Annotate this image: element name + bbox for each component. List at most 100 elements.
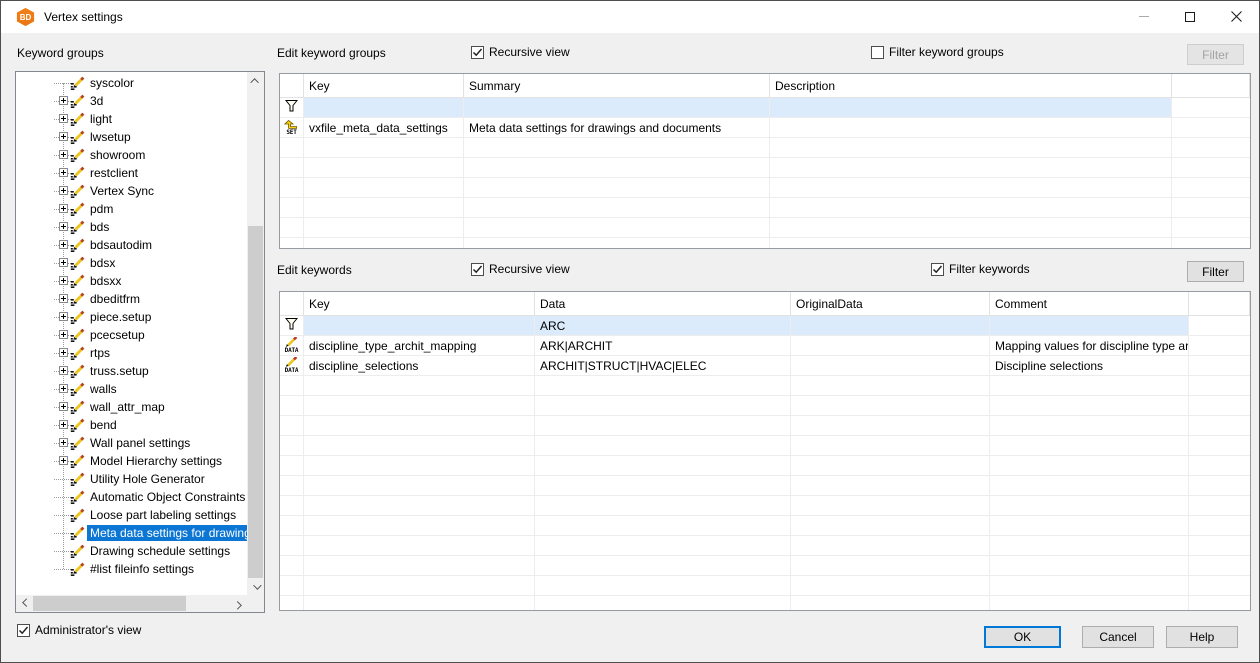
tree-item[interactable]: piece.setup [16,308,247,326]
scroll-right-button[interactable] [230,595,247,612]
tree-horizontal-scrollbar[interactable] [16,595,247,612]
column-header-key[interactable]: Key [304,292,535,315]
tree-item[interactable]: lwsetup [16,128,247,146]
filter-keywords-checkbox[interactable]: Filter keywords [931,262,1030,276]
column-header-summary[interactable]: Summary [464,74,770,97]
column-header-data[interactable]: Data [535,292,791,315]
filter-row-header[interactable] [280,316,304,335]
tree-item[interactable]: Loose part labeling settings [16,506,247,524]
empty-table-row[interactable] [280,596,1250,611]
expand-plus-icon[interactable] [59,420,68,429]
column-header-originaldata[interactable]: OriginalData [791,292,990,315]
filter-keyword-groups-checkbox[interactable]: Filter keyword groups [871,45,1004,59]
expand-plus-icon[interactable] [59,438,68,447]
scroll-up-button[interactable] [247,72,264,89]
filter-cell[interactable] [464,98,770,117]
table-cell[interactable]: Mapping values for discipline type archi… [990,336,1189,355]
filter-row-header[interactable] [280,98,304,117]
cancel-button[interactable]: Cancel [1082,626,1154,648]
scroll-left-button[interactable] [16,595,33,612]
administrators-view-checkbox[interactable]: Administrator's view [17,623,141,637]
tree-item[interactable]: Vertex Sync [16,182,247,200]
filter-cell[interactable] [770,98,1172,117]
horizontal-scroll-thumb[interactable] [33,596,186,611]
vertical-scroll-thumb[interactable] [248,226,263,578]
table-cell[interactable] [770,118,1172,137]
empty-table-row[interactable] [280,436,1250,456]
tree-item[interactable]: walls [16,380,247,398]
expand-plus-icon[interactable] [59,384,68,393]
expand-plus-icon[interactable] [59,96,68,105]
filter-row[interactable]: ARC [280,316,1250,336]
table-cell[interactable] [791,356,990,375]
tree-item[interactable]: wall_attr_map [16,398,247,416]
ok-button[interactable]: OK [984,626,1061,648]
expand-plus-icon[interactable] [59,330,68,339]
checkbox-box[interactable] [471,263,484,276]
expand-plus-icon[interactable] [59,258,68,267]
empty-table-row[interactable] [280,218,1250,238]
row-header[interactable]: DATA [280,356,304,375]
help-button[interactable]: Help [1166,626,1238,648]
filter-cell[interactable]: ARC [535,316,791,335]
expand-plus-icon[interactable] [59,240,68,249]
checkbox-box[interactable] [931,263,944,276]
expand-plus-icon[interactable] [59,114,68,123]
expand-plus-icon[interactable] [59,348,68,357]
table-row[interactable]: DATAdiscipline_type_archit_mappingARK|AR… [280,336,1250,356]
table-row[interactable]: SETvxfile_meta_data_settingsMeta data se… [280,118,1250,138]
minimize-button[interactable] [1121,1,1167,32]
expand-plus-icon[interactable] [59,150,68,159]
column-header-description[interactable]: Description [770,74,1172,97]
tree-item[interactable]: pdm [16,200,247,218]
empty-table-row[interactable] [280,556,1250,576]
expand-plus-icon[interactable] [59,456,68,465]
tree-item[interactable]: #list fileinfo settings [16,560,247,578]
tree-item[interactable]: restclient [16,164,247,182]
filter-cell[interactable] [304,316,535,335]
recursive-view-groups-checkbox[interactable]: Recursive view [471,45,570,59]
tree-item-selected[interactable]: Meta data settings for drawings a [16,524,247,542]
empty-table-row[interactable] [280,476,1250,496]
tree-item[interactable]: pcecsetup [16,326,247,344]
filter-cell[interactable] [304,98,464,117]
expand-plus-icon[interactable] [59,168,68,177]
tree-item[interactable]: bdsx [16,254,247,272]
filter-cell[interactable] [990,316,1189,335]
expand-plus-icon[interactable] [59,186,68,195]
tree-item[interactable]: Model Hierarchy settings [16,452,247,470]
checkbox-box[interactable] [17,624,30,637]
empty-table-row[interactable] [280,396,1250,416]
empty-table-row[interactable] [280,496,1250,516]
expand-plus-icon[interactable] [59,222,68,231]
tree-item[interactable]: bend [16,416,247,434]
row-header[interactable]: SET [280,118,304,137]
recursive-view-keywords-checkbox[interactable]: Recursive view [471,262,570,276]
table-cell[interactable]: Meta data settings for drawings and docu… [464,118,770,137]
tree-item[interactable]: truss.setup [16,362,247,380]
tree-item[interactable]: bdsxx [16,272,247,290]
checkbox-box[interactable] [871,46,884,59]
tree-item[interactable]: bds [16,218,247,236]
tree-item[interactable]: showroom [16,146,247,164]
table-cell[interactable]: ARK|ARCHIT [535,336,791,355]
tree-item[interactable]: dbeditfrm [16,290,247,308]
tree-item[interactable]: 3d [16,92,247,110]
checkbox-box[interactable] [471,46,484,59]
tree-item[interactable]: Automatic Object Constraints [16,488,247,506]
empty-table-row[interactable] [280,576,1250,596]
expand-plus-icon[interactable] [59,366,68,375]
table-row[interactable]: DATAdiscipline_selectionsARCHIT|STRUCT|H… [280,356,1250,376]
tree-item[interactable]: rtps [16,344,247,362]
table-cell[interactable]: discipline_type_archit_mapping [304,336,535,355]
empty-table-row[interactable] [280,376,1250,396]
filter-keywords-button[interactable]: Filter [1187,261,1244,282]
empty-table-row[interactable] [280,456,1250,476]
empty-table-row[interactable] [280,158,1250,178]
empty-table-row[interactable] [280,178,1250,198]
tree-vertical-scrollbar[interactable] [247,72,264,595]
tree-item[interactable]: light [16,110,247,128]
filter-groups-button[interactable]: Filter [1187,44,1244,65]
expand-plus-icon[interactable] [59,132,68,141]
expand-plus-icon[interactable] [59,204,68,213]
